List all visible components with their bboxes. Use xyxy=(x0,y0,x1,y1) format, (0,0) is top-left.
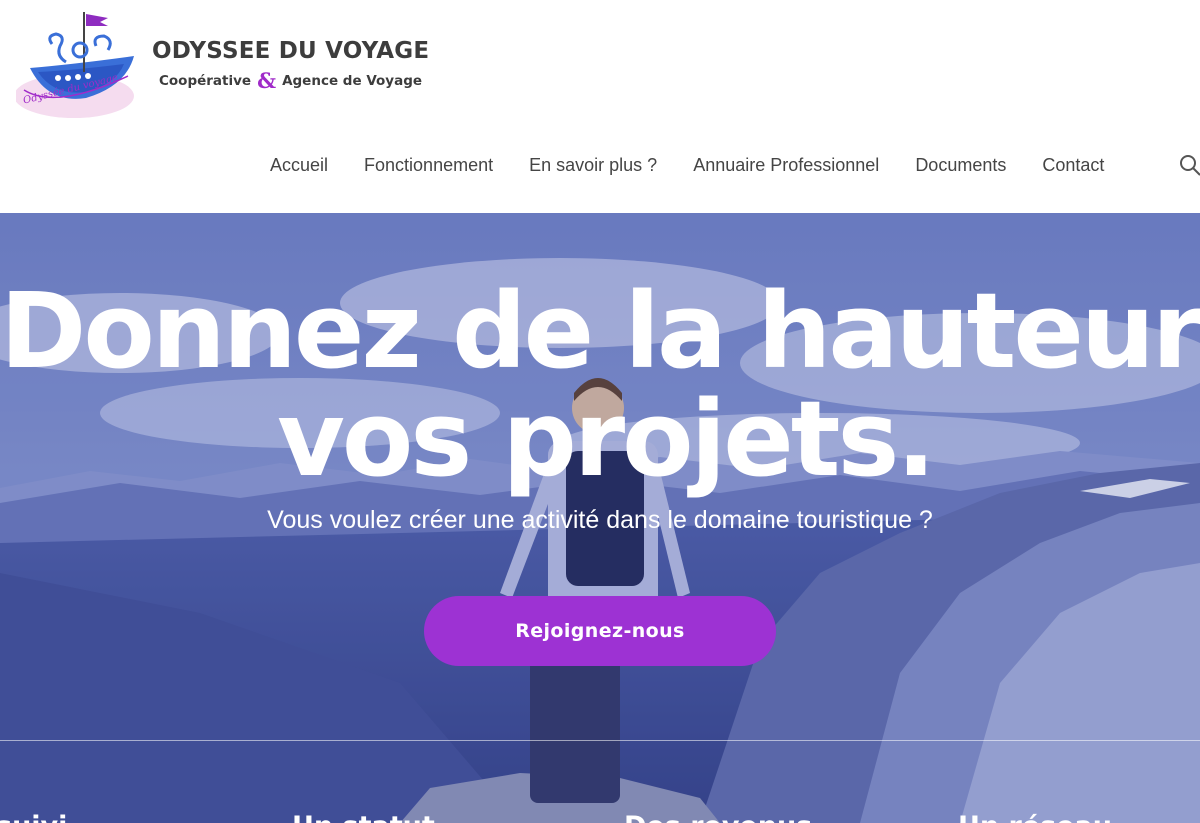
hero-title-line-2: vos projets. xyxy=(277,377,936,500)
feature-title-suivi: suivi xyxy=(0,811,67,823)
nav-item-documents[interactable]: Documents xyxy=(915,155,1006,176)
search-icon[interactable] xyxy=(1179,154,1200,176)
feature-title-reseau: Un réseau xyxy=(958,811,1112,823)
site-header: Odyssée du voyage ODYSSEE DU VOYAGE Coop… xyxy=(0,0,1200,213)
hero-subtitle: Vous voulez créer une activité dans le d… xyxy=(267,506,933,534)
nav-item-annuaire[interactable]: Annuaire Professionnel xyxy=(693,155,879,176)
feature-title-revenus: Des revenus xyxy=(624,811,812,823)
hero-title-line-1: Donnez de la hauteur à xyxy=(0,269,1200,392)
brand-ampersand: & xyxy=(257,68,277,93)
join-us-button[interactable]: Rejoignez-nous xyxy=(424,596,776,666)
ship-logo-icon xyxy=(14,12,134,118)
brand-subtitle-left: Coopérative xyxy=(159,72,252,89)
brand-subtitle-right: Agence de Voyage xyxy=(282,72,423,89)
feature-strip: suivi Un statut Des revenus Un réseau xyxy=(0,803,1200,823)
nav-item-contact[interactable]: Contact xyxy=(1042,155,1104,176)
brand-block[interactable]: ODYSSEE DU VOYAGE Coopérative & Agence d… xyxy=(152,38,429,91)
site-logo[interactable]: Odyssée du voyage xyxy=(14,6,140,122)
nav-item-en-savoir-plus[interactable]: En savoir plus ? xyxy=(529,155,657,176)
nav-item-accueil[interactable]: Accueil xyxy=(270,155,328,176)
nav-item-fonctionnement[interactable]: Fonctionnement xyxy=(364,155,493,176)
hero-title: Donnez de la hauteur à vos projets. xyxy=(0,277,1200,493)
feature-title-statut: Un statut xyxy=(292,811,435,823)
main-nav: Accueil Fonctionnement En savoir plus ? … xyxy=(252,155,1122,176)
brand-title: ODYSSEE DU VOYAGE xyxy=(152,38,430,64)
hero-section: Donnez de la hauteur à vos projets. Vous… xyxy=(0,213,1200,823)
hero-divider xyxy=(0,740,1200,741)
brand-subtitle: Coopérative & Agence de Voyage xyxy=(152,70,429,91)
